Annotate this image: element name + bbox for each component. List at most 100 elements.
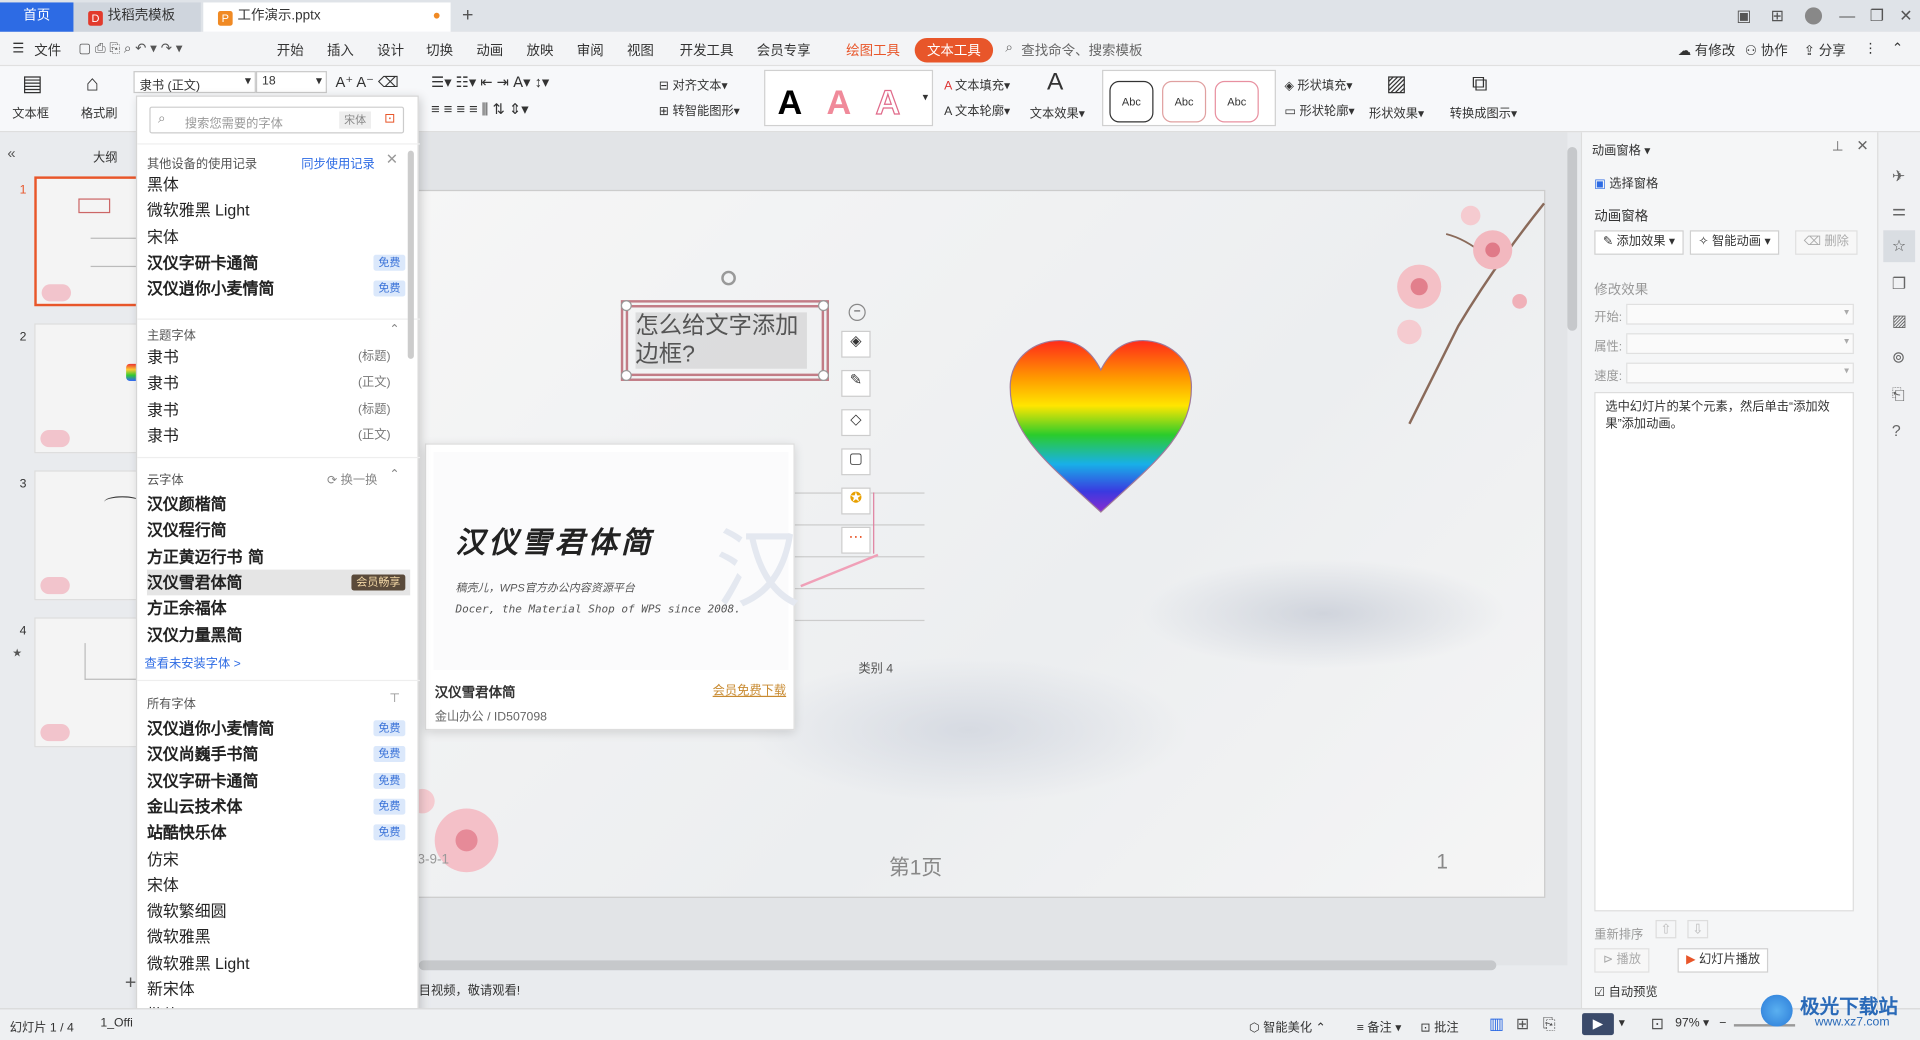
wordart-outline[interactable]: A: [875, 83, 901, 122]
menu-file[interactable]: 文件: [34, 40, 61, 60]
menu-slideshow[interactable]: 放映: [527, 40, 554, 60]
font-item[interactable]: 方正余福体: [147, 596, 410, 622]
font-item[interactable]: 汉仪程行简: [147, 517, 410, 543]
swap-button[interactable]: ⟳ 换一换: [327, 469, 377, 487]
font-item[interactable]: 微软雅黑 Light: [147, 198, 410, 224]
font-item[interactable]: 隶书 (正文): [147, 422, 410, 448]
chevron-up-icon[interactable]: ⌃: [389, 323, 399, 336]
wordart-pink[interactable]: A: [827, 83, 852, 122]
menu-animation[interactable]: 动画: [476, 40, 503, 60]
font-item[interactable]: 汉仪颜楷简: [147, 491, 410, 517]
frame-icon[interactable]: ▢: [841, 448, 871, 476]
pane-title[interactable]: 动画窗格 ▾: [1592, 140, 1651, 158]
command-search[interactable]: 查找命令、搜索模板: [1021, 40, 1142, 60]
font-item[interactable]: 微软繁细圆: [147, 898, 410, 924]
zoom-out-icon[interactable]: −: [1719, 1017, 1726, 1030]
font-size-select[interactable]: 18 ▾: [255, 71, 327, 94]
text-box-selected[interactable]: 怎么给文字添加边框?: [620, 270, 829, 381]
add-slide-icon[interactable]: +: [125, 973, 136, 995]
font-item[interactable]: 汉仪力量黑简: [147, 622, 410, 648]
image-icon[interactable]: ▨: [1892, 311, 1907, 331]
beautify-button[interactable]: ⬡ 智能美化 ⌃: [1249, 1017, 1326, 1035]
vertical-scrollbar[interactable]: [1567, 147, 1578, 331]
auto-preview-checkbox[interactable]: ☑ 自动预览: [1594, 981, 1657, 999]
play-button[interactable]: ⊳ 播放: [1594, 948, 1650, 973]
menu-review[interactable]: 审阅: [577, 40, 604, 60]
outline-tab[interactable]: 大纲: [93, 147, 117, 165]
textbox-button[interactable]: 文本框: [12, 103, 49, 121]
start-select[interactable]: ▾: [1626, 303, 1854, 325]
slide-thumb-3[interactable]: [34, 470, 140, 601]
resize-handle[interactable]: [817, 300, 829, 312]
tab-home[interactable]: 首页: [0, 2, 74, 32]
align-icons[interactable]: ≡ ≡ ≡ ≡ ⫼ ⇅ ⇕▾: [431, 100, 529, 118]
font-search-input[interactable]: 搜索您需要的字体: [185, 113, 283, 131]
new-tab-button[interactable]: +: [453, 2, 482, 31]
uninstalled-link[interactable]: 查看未安装字体 >: [144, 653, 240, 671]
font-list-scrollbar[interactable]: [407, 150, 414, 359]
pin-top-icon[interactable]: ⊤: [389, 692, 400, 705]
delete-button[interactable]: ⌫ 删除: [1795, 230, 1858, 255]
restore-icon[interactable]: ❐: [1870, 6, 1884, 26]
font-item[interactable]: 汉仪雪君体简 会员畅享: [146, 569, 411, 596]
shape-fill-button[interactable]: ◈ 形状填充▾: [1285, 75, 1353, 93]
tab-file[interactable]: P 工作演示.pptx ●: [203, 2, 451, 32]
modified-button[interactable]: ☁ 有修改: [1678, 40, 1736, 60]
notes-button[interactable]: ≡ 备注 ▾: [1357, 1017, 1402, 1035]
slide-thumb-4[interactable]: [34, 617, 140, 748]
tab-template[interactable]: D 找稻壳模板: [73, 2, 201, 32]
font-item[interactable]: 宋体: [147, 224, 410, 250]
menu-home[interactable]: 开始: [277, 40, 304, 60]
play-dropdown-icon[interactable]: ▾: [1619, 1017, 1625, 1030]
menu-text-tools[interactable]: 文本工具: [914, 37, 994, 63]
shape-effect-button[interactable]: 形状效果▾: [1369, 103, 1424, 121]
font-item[interactable]: 隶书 (正文): [147, 370, 410, 396]
list-icons[interactable]: ☰▾ ☷▾ ⇤ ⇥ ꓮ▾ ↕▾: [431, 74, 549, 91]
font-item[interactable]: 汉仪逍你小麦情简 免费: [147, 276, 410, 302]
collab-button[interactable]: ⚇ 协作: [1745, 40, 1788, 60]
close-icon[interactable]: ✕: [1856, 137, 1868, 154]
font-grow-icon[interactable]: A⁺ A⁻ ⌫: [336, 74, 399, 91]
quick-access-toolbar[interactable]: ▢ ⎙ ⎘ ⌕ ↶ ▾ ↷ ▾: [78, 40, 182, 57]
menu-developer[interactable]: 开发工具: [680, 40, 734, 60]
smart-shape-button[interactable]: ⊞ 转智能图形▾: [659, 100, 740, 118]
font-item[interactable]: 微软雅黑 Light: [147, 950, 410, 976]
shape-style-3[interactable]: Abc: [1214, 80, 1259, 123]
help-icon[interactable]: ?: [1892, 421, 1901, 439]
more-icon[interactable]: ⋯: [841, 526, 871, 554]
select-pane-button[interactable]: ▣ 选择窗格: [1594, 173, 1658, 191]
text-fill-button[interactable]: A 文本填充▾: [944, 75, 1010, 93]
fill-icon[interactable]: ◇: [841, 409, 871, 437]
slide-title-text[interactable]: 怎么给文字添加边框?: [635, 312, 807, 369]
font-item[interactable]: 汉仪字研卡通简 免费: [147, 250, 410, 276]
slideshow-button[interactable]: ▶ 幻灯片播放: [1677, 948, 1769, 973]
collapse-ribbon-icon[interactable]: ⌃: [1892, 40, 1903, 57]
fit-icon[interactable]: ⊡: [1651, 1014, 1664, 1034]
horizontal-scrollbar[interactable]: [418, 960, 1497, 971]
font-item[interactable]: 汉仪字研卡通简 免费: [147, 768, 410, 794]
normal-view-icon[interactable]: ▥: [1489, 1014, 1504, 1034]
font-item[interactable]: 新宋体: [147, 976, 410, 1002]
move-down-icon[interactable]: ⇩: [1687, 919, 1709, 939]
rotate-handle-icon[interactable]: [721, 270, 736, 286]
share-button[interactable]: ⇪ 分享: [1804, 40, 1846, 60]
resize-handle[interactable]: [817, 369, 829, 381]
resize-handle[interactable]: [620, 369, 632, 381]
chevron-up-icon[interactable]: ⌃: [389, 468, 399, 481]
more-icon[interactable]: ⋮: [1864, 40, 1877, 57]
zoom-level[interactable]: 97% ▾: [1675, 1017, 1709, 1030]
hamburger-icon[interactable]: ☰: [12, 40, 24, 57]
format-brush-button[interactable]: 格式刷: [81, 103, 118, 121]
font-item[interactable]: 方正黄迈行书 简: [147, 543, 410, 569]
font-item[interactable]: 隶书 (标题): [147, 344, 410, 370]
wordart-black[interactable]: A: [778, 83, 803, 122]
animation-tab[interactable]: ☆: [1883, 230, 1916, 263]
rainbow-heart-shape[interactable]: [1008, 338, 1194, 516]
theme-name[interactable]: 1_Offi: [100, 1017, 132, 1030]
download-link[interactable]: 会员免费下载: [713, 680, 786, 698]
shape-style-2[interactable]: Abc: [1162, 80, 1207, 123]
reading-view-icon[interactable]: ⎘: [1543, 1014, 1556, 1034]
close-icon[interactable]: ✕: [386, 151, 398, 168]
font-search-box[interactable]: ⌕ 搜索您需要的字体 宋体 ⊡: [149, 106, 405, 134]
smart-animation-button[interactable]: ✧ 智能动画 ▾: [1689, 230, 1780, 255]
